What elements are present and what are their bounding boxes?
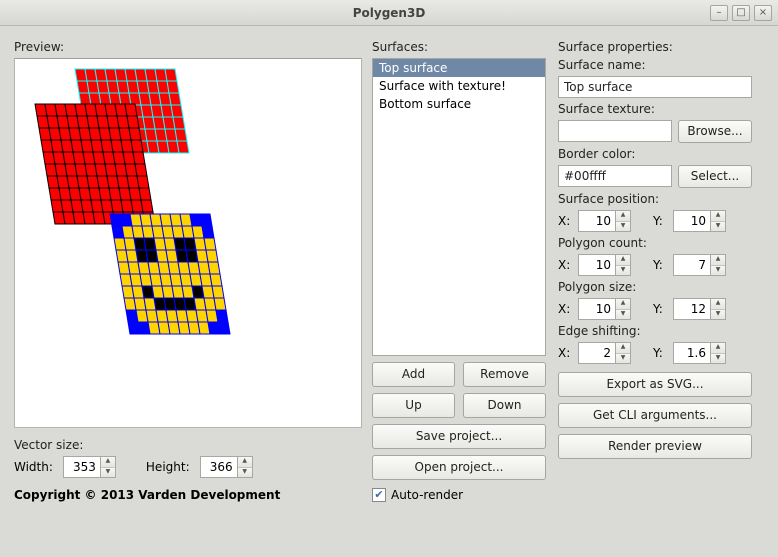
surface-texture-label: Surface texture:: [558, 102, 756, 116]
size-y-spinner[interactable]: ▲▼: [673, 298, 726, 320]
preview-label: Preview:: [14, 40, 364, 54]
down-arrow-icon[interactable]: ▼: [711, 354, 725, 364]
shift-y-spinner[interactable]: ▲▼: [673, 342, 726, 364]
count-x-input[interactable]: [579, 255, 615, 275]
edge-shifting-label: Edge shifting:: [558, 324, 756, 338]
position-x-spinner[interactable]: ▲▼: [578, 210, 631, 232]
surface-name-input[interactable]: [558, 76, 752, 98]
down-arrow-icon[interactable]: ▼: [616, 310, 630, 320]
auto-render-label: Auto-render: [391, 488, 463, 502]
size-x-label: X:: [558, 302, 572, 316]
maximize-icon[interactable]: □: [732, 5, 750, 21]
add-button[interactable]: Add: [372, 362, 455, 387]
preview-canvas: (function(){ var ns="http://www.w3.org/2…: [14, 58, 362, 428]
count-y-spinner[interactable]: ▲▼: [673, 254, 726, 276]
up-arrow-icon[interactable]: ▲: [616, 211, 630, 222]
down-arrow-icon[interactable]: ▼: [616, 354, 630, 364]
down-arrow-icon[interactable]: ▼: [616, 266, 630, 276]
shift-x-spinner[interactable]: ▲▼: [578, 342, 631, 364]
surface-position-label: Surface position:: [558, 192, 756, 206]
up-arrow-icon[interactable]: ▲: [616, 343, 630, 354]
down-arrow-icon[interactable]: ▼: [711, 310, 725, 320]
down-arrow-icon[interactable]: ▼: [616, 222, 630, 232]
height-spinner[interactable]: ▲▼: [200, 456, 253, 478]
position-y-spinner[interactable]: ▲▼: [673, 210, 726, 232]
up-arrow-icon[interactable]: ▲: [711, 343, 725, 354]
shift-y-label: Y:: [653, 346, 667, 360]
cli-arguments-button[interactable]: Get CLI arguments...: [558, 403, 752, 428]
count-y-label: Y:: [653, 258, 667, 272]
up-arrow-icon[interactable]: ▲: [616, 299, 630, 310]
surfaces-item[interactable]: Surface with texture!: [373, 77, 545, 95]
export-svg-button[interactable]: Export as SVG...: [558, 372, 752, 397]
up-arrow-icon[interactable]: ▲: [101, 457, 115, 468]
surfaces-item[interactable]: Top surface: [373, 59, 545, 77]
auto-render-checkbox[interactable]: ✔: [372, 488, 386, 502]
up-arrow-icon[interactable]: ▲: [711, 299, 725, 310]
surface-name-label: Surface name:: [558, 58, 756, 72]
polygon-size-label: Polygon size:: [558, 280, 756, 294]
border-color-input[interactable]: [558, 165, 672, 187]
up-arrow-icon[interactable]: ▲: [711, 211, 725, 222]
down-arrow-icon[interactable]: ▼: [711, 266, 725, 276]
surfaces-listbox[interactable]: Top surfaceSurface with texture!Bottom s…: [372, 58, 546, 356]
position-x-label: X:: [558, 214, 572, 228]
surface-texture-input[interactable]: [558, 120, 672, 142]
up-arrow-icon[interactable]: ▲: [711, 255, 725, 266]
render-preview-button[interactable]: Render preview: [558, 434, 752, 459]
count-y-input[interactable]: [674, 255, 710, 275]
position-y-label: Y:: [653, 214, 667, 228]
select-color-button[interactable]: Select...: [678, 165, 752, 188]
count-x-spinner[interactable]: ▲▼: [578, 254, 631, 276]
open-project-button[interactable]: Open project...: [372, 455, 546, 480]
size-x-input[interactable]: [579, 299, 615, 319]
down-arrow-icon[interactable]: ▼: [238, 468, 252, 478]
up-button[interactable]: Up: [372, 393, 455, 418]
browse-button[interactable]: Browse...: [678, 120, 752, 143]
shift-x-label: X:: [558, 346, 572, 360]
border-color-label: Border color:: [558, 147, 756, 161]
save-project-button[interactable]: Save project...: [372, 424, 546, 449]
count-x-label: X:: [558, 258, 572, 272]
size-y-input[interactable]: [674, 299, 710, 319]
shift-y-input[interactable]: [674, 343, 710, 363]
position-y-input[interactable]: [674, 211, 710, 231]
window-title: Polygen3D: [353, 6, 426, 20]
titlebar: Polygen3D – □ ×: [0, 0, 778, 26]
surface-properties-label: Surface properties:: [558, 40, 756, 54]
width-spinner[interactable]: ▲▼: [63, 456, 116, 478]
vector-size-label: Vector size:: [14, 438, 364, 452]
polygon-count-label: Polygon count:: [558, 236, 756, 250]
down-arrow-icon[interactable]: ▼: [101, 468, 115, 478]
remove-button[interactable]: Remove: [463, 362, 546, 387]
copyright: Copyright © 2013 Varden Development: [14, 488, 364, 502]
shift-x-input[interactable]: [579, 343, 615, 363]
size-y-label: Y:: [653, 302, 667, 316]
up-arrow-icon[interactable]: ▲: [616, 255, 630, 266]
width-label: Width:: [14, 460, 53, 474]
close-icon[interactable]: ×: [754, 5, 772, 21]
surfaces-item[interactable]: Bottom surface: [373, 95, 545, 113]
width-input[interactable]: [64, 457, 100, 477]
up-arrow-icon[interactable]: ▲: [238, 457, 252, 468]
surfaces-label: Surfaces:: [372, 40, 550, 54]
down-arrow-icon[interactable]: ▼: [711, 222, 725, 232]
size-x-spinner[interactable]: ▲▼: [578, 298, 631, 320]
minimize-icon[interactable]: –: [710, 5, 728, 21]
height-input[interactable]: [201, 457, 237, 477]
position-x-input[interactable]: [579, 211, 615, 231]
height-label: Height:: [146, 460, 190, 474]
down-button[interactable]: Down: [463, 393, 546, 418]
